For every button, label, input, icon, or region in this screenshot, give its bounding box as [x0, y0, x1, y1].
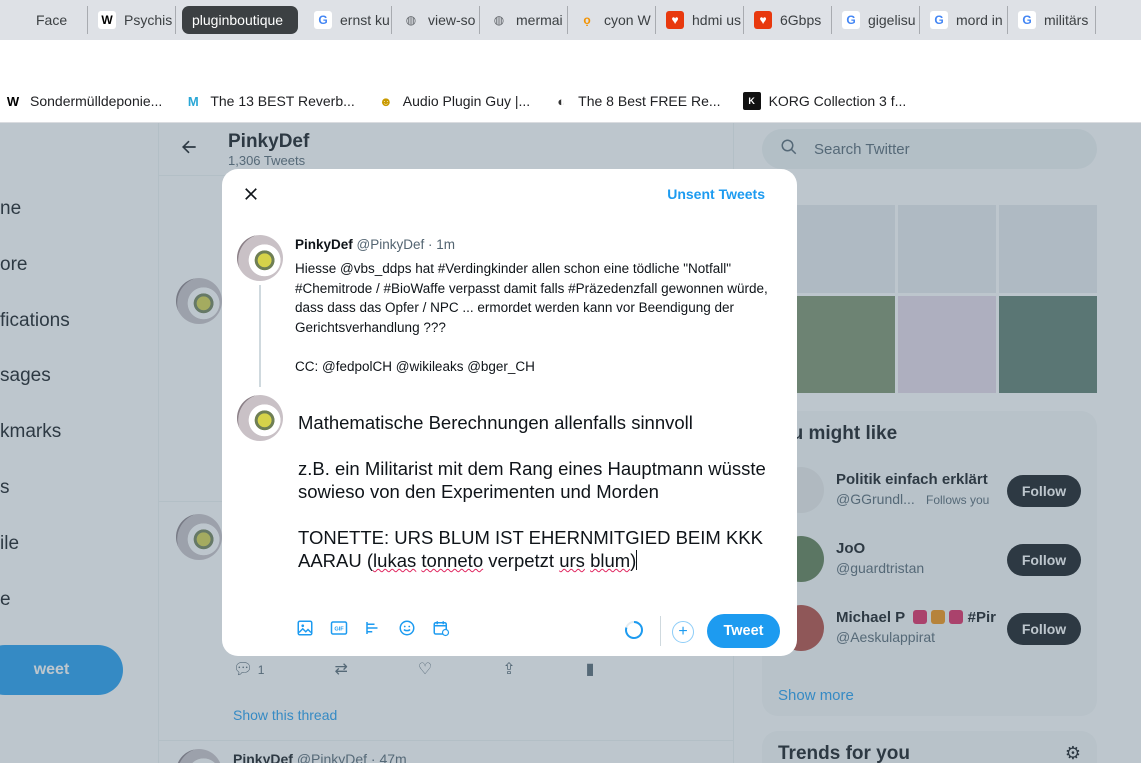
misspelled-word[interactable]: lukas: [373, 550, 416, 571]
draft-line-2: z.B. ein Militarist mit dem Rang eines H…: [298, 458, 771, 502]
browser-tab-title: hdmi us: [692, 12, 742, 28]
browser-tab[interactable]: Face: [0, 6, 88, 34]
google-icon: G: [930, 11, 948, 29]
toolbar-divider: [660, 616, 661, 646]
gif-icon[interactable]: GIF: [328, 617, 350, 639]
schedule-icon[interactable]: [430, 617, 452, 639]
bookmark-item[interactable]: ☻ Audio Plugin Guy |...: [377, 92, 530, 110]
bookmark-label: The 13 BEST Reverb...: [210, 93, 355, 109]
half-circle-icon: ◐: [557, 93, 566, 109]
google-icon: G: [314, 11, 332, 29]
browser-tab[interactable]: ♥ hdmi us: [656, 6, 744, 34]
bookmark-label: Sondermülldeponie...: [30, 93, 163, 109]
shop-icon: ♥: [754, 11, 772, 29]
original-tweet-name[interactable]: PinkyDef: [295, 237, 353, 252]
draft-line-1: Mathematische Berechnungen allenfalls si…: [298, 412, 693, 433]
globe-icon: ◍: [402, 11, 420, 29]
browser-tab-title: view-so: [428, 12, 476, 28]
m-logo-icon: M: [187, 93, 199, 109]
avatar[interactable]: [237, 235, 283, 281]
browser-tab-strip: Face W Psychis pluginboutique Gernst ku ◍ view…: [0, 0, 1141, 40]
plugin-guy-icon: ☻: [378, 93, 393, 109]
svg-text:GIF: GIF: [334, 627, 344, 633]
facebook-icon: [10, 11, 28, 29]
google-icon: G: [842, 11, 860, 29]
wikipedia-icon: W: [98, 11, 116, 29]
browser-tab[interactable]: W Psychis: [88, 6, 176, 34]
unsent-tweets-button[interactable]: Unsent Tweets: [667, 186, 765, 202]
browser-tab[interactable]: ọ cyon W: [568, 6, 656, 34]
avatar: [237, 395, 283, 441]
browser-tab[interactable]: ♥ 6Gbps: [744, 6, 832, 34]
misspelled-word[interactable]: urs: [559, 550, 585, 571]
browser-tab[interactable]: ◍ view-so: [392, 6, 480, 34]
browser-tab-title: gigelisu: [868, 12, 916, 28]
shop-icon: ♥: [666, 11, 684, 29]
compose-toolbar: GIF: [294, 617, 452, 639]
cyon-icon: ọ: [578, 11, 596, 29]
address-bar-area: [0, 40, 1141, 80]
browser-tab-title: cyon W: [604, 12, 651, 28]
browser-tab[interactable]: pluginboutique: [182, 6, 298, 34]
google-icon: G: [1018, 11, 1036, 29]
browser-tab[interactable]: Ggigelisu: [832, 6, 920, 34]
browser-tab-title: mord in: [956, 12, 1003, 28]
misspelled-word[interactable]: blum: [590, 550, 630, 571]
browser-tab[interactable]: Gmilitärs: [1008, 6, 1096, 34]
add-thread-icon[interactable]: +: [672, 621, 694, 643]
tweet-compose-textarea[interactable]: Mathematische Berechnungen allenfalls si…: [298, 411, 778, 572]
bookmark-item[interactable]: W Sondermülldeponie...: [4, 92, 162, 110]
bookmark-label: KORG Collection 3 f...: [768, 93, 907, 109]
tweet-button[interactable]: Tweet: [707, 614, 780, 648]
original-tweet-text: Hiesse @vbs_ddps hat #Verdingkinder alle…: [295, 261, 768, 374]
original-tweet-meta: @PinkyDef · 1m: [356, 237, 456, 252]
browser-tab-title: ernst ku: [340, 12, 390, 28]
browser-tab[interactable]: ◍ mermai: [480, 6, 568, 34]
globe-icon: ◍: [490, 11, 508, 29]
close-icon[interactable]: [238, 181, 264, 207]
korg-icon: K: [742, 92, 761, 110]
bookmark-item[interactable]: M The 13 BEST Reverb...: [184, 92, 355, 110]
original-tweet-header: PinkyDef @PinkyDef · 1m: [295, 237, 455, 252]
bookmark-label: The 8 Best FREE Re...: [578, 93, 721, 109]
reply-modal: Unsent Tweets PinkyDef @PinkyDef · 1m Hi…: [222, 169, 797, 656]
wikipedia-icon: W: [6, 93, 20, 109]
browser-tab-title: pluginboutique: [192, 12, 284, 28]
browser-tab[interactable]: Gmord in: [920, 6, 1008, 34]
browser-tab[interactable]: Gernst ku: [304, 6, 392, 34]
poll-icon[interactable]: [362, 617, 384, 639]
browser-tab-title: Psychis: [124, 12, 173, 28]
text-caret: [636, 550, 638, 570]
image-icon[interactable]: [294, 617, 316, 639]
emoji-icon[interactable]: [396, 617, 418, 639]
bookmark-label: Audio Plugin Guy |...: [402, 93, 531, 109]
browser-tab-title: Face: [36, 12, 68, 28]
browser-tab-title: mermai: [516, 12, 563, 28]
bookmark-item[interactable]: K KORG Collection 3 f...: [742, 92, 907, 110]
browser-tab-title: 6Gbps: [780, 12, 822, 28]
thread-connector: [259, 285, 261, 387]
bookmarks-bar: W Sondermülldeponie... M The 13 BEST Reverb…: [0, 80, 1141, 123]
browser-tab-title: militärs: [1044, 12, 1089, 28]
character-count-ring: [625, 621, 643, 639]
misspelled-word[interactable]: tonneto: [421, 550, 483, 571]
draft-word: verpetzt: [488, 550, 555, 571]
bookmark-item[interactable]: ◐ The 8 Best FREE Re...: [552, 92, 720, 110]
